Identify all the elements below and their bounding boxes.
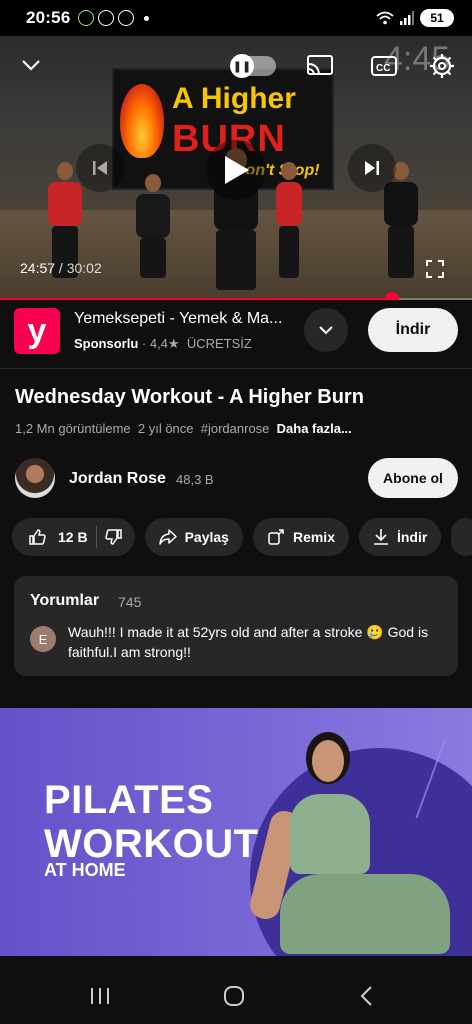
status-time: 20:56 xyxy=(26,8,71,27)
status-bar: 20:56 51 xyxy=(0,0,472,36)
closed-captions-icon: CC xyxy=(371,56,397,76)
more-actions-button[interactable] xyxy=(451,518,472,556)
upload-age: 2 yıl önce xyxy=(137,421,194,436)
commenter-avatar: E xyxy=(30,626,56,652)
flame-logo xyxy=(120,84,164,158)
time-separator: / xyxy=(55,260,67,276)
play-button[interactable] xyxy=(206,140,266,200)
divider xyxy=(0,368,472,369)
comments-count: 745 xyxy=(118,594,142,610)
ad-meta: Sponsorlu · 4,4★ ÜCRETSİZ xyxy=(74,336,252,351)
skip-next-icon xyxy=(365,161,379,175)
battery-indicator: 51 xyxy=(420,9,454,27)
share-icon xyxy=(158,529,177,545)
download-button[interactable]: İndir xyxy=(358,518,442,556)
ad-expand-button[interactable] xyxy=(304,308,348,352)
like-button[interactable]: 12 B xyxy=(28,528,88,546)
remix-icon xyxy=(268,529,284,545)
pilates-ad-banner[interactable]: PILATES WORKOUT AT HOME xyxy=(0,708,472,956)
download-label: İndir xyxy=(396,529,428,545)
progress-bar[interactable] xyxy=(0,292,472,300)
banner-text-line1: A Higher xyxy=(172,82,296,115)
chevron-down-icon xyxy=(319,326,333,335)
like-divider xyxy=(95,526,97,548)
minimize-player-button[interactable] xyxy=(18,52,44,78)
dancer-figure xyxy=(136,174,170,278)
view-count: 1,2 Mn görüntüleme xyxy=(15,421,131,436)
remix-button[interactable]: Remix xyxy=(252,518,349,556)
svg-text:CC: CC xyxy=(376,63,390,74)
settings-button[interactable] xyxy=(428,52,456,80)
back-icon xyxy=(360,986,372,1006)
share-button[interactable]: Paylaş xyxy=(144,518,243,556)
cast-button[interactable] xyxy=(306,54,334,78)
subscribe-button[interactable]: Abone ol xyxy=(368,458,458,498)
back-button[interactable] xyxy=(352,982,380,1010)
like-dislike-group: 12 B xyxy=(12,518,135,556)
recent-apps-icon xyxy=(91,988,109,1004)
next-video-button[interactable] xyxy=(348,144,396,192)
ad-install-button[interactable]: İndir xyxy=(368,308,458,352)
share-label: Paylaş xyxy=(184,529,229,545)
playback-time: 24:57 / 30:02 xyxy=(20,260,102,276)
home-icon xyxy=(224,986,244,1006)
action-bar: 12 B Paylaş Remix İndir xyxy=(12,518,472,556)
top-comment-text: Wauh!!! I made it at 52yrs old and after… xyxy=(68,624,429,660)
promo-line1: PILATES xyxy=(44,778,214,822)
sponsored-ad-row[interactable]: y Yemeksepeti - Yemek & Ma... Sponsorlu … xyxy=(0,306,472,362)
promo-headline: PILATES WORKOUT xyxy=(44,778,259,866)
comments-panel[interactable]: Yorumlar 745 E Wauh!!! I made it at 52yr… xyxy=(14,576,458,676)
dancer-figure xyxy=(276,162,302,278)
remix-label: Remix xyxy=(292,529,335,545)
pause-icon: ❚❚ xyxy=(230,54,254,78)
promo-subline: AT HOME xyxy=(44,860,126,880)
play-icon xyxy=(225,156,249,184)
current-time: 24:57 xyxy=(20,260,56,276)
captions-button[interactable]: CC xyxy=(370,54,398,78)
channel-name[interactable]: Jordan Rose xyxy=(69,470,166,488)
wifi-icon xyxy=(376,11,394,25)
system-nav-bar xyxy=(0,966,472,1024)
thumbs-down-icon xyxy=(104,529,122,545)
autoplay-toggle[interactable]: ❚❚ xyxy=(230,54,276,78)
notification-icons xyxy=(78,10,150,26)
recent-apps-button[interactable] xyxy=(86,982,114,1010)
dislike-button[interactable] xyxy=(104,528,123,546)
channel-avatar[interactable] xyxy=(15,458,55,498)
whatsapp-notification-icon xyxy=(98,10,115,26)
ad-rating: 4,4★ xyxy=(149,336,180,351)
subscriber-count: 48,3 B xyxy=(176,472,214,487)
gear-icon xyxy=(430,54,454,78)
hashtag[interactable]: #jordanrose xyxy=(201,421,270,436)
video-meta[interactable]: 1,2 Mn görüntüleme 2 yıl önce #jordanros… xyxy=(15,421,352,436)
previous-video-button[interactable] xyxy=(76,144,124,192)
download-icon xyxy=(373,529,388,545)
video-title[interactable]: Wednesday Workout - A Higher Burn xyxy=(15,386,455,409)
fullscreen-button[interactable] xyxy=(424,258,446,280)
chevron-down-icon xyxy=(22,60,40,71)
home-button[interactable] xyxy=(220,982,248,1010)
yemeksepeti-logo: y xyxy=(14,308,60,354)
ad-price: ÜCRETSİZ xyxy=(186,336,252,351)
signal-icon xyxy=(400,11,414,25)
skip-previous-icon xyxy=(93,161,107,175)
ad-title[interactable]: Yemeksepeti - Yemek & Ma... xyxy=(74,310,282,328)
fullscreen-icon xyxy=(426,260,444,278)
show-more-link[interactable]: Daha fazla... xyxy=(277,421,352,436)
pilates-model-image xyxy=(247,724,450,956)
more-notifications-dot xyxy=(144,15,150,21)
cast-icon xyxy=(307,55,333,75)
video-duration: 30:02 xyxy=(66,260,102,276)
comments-header: Yorumlar xyxy=(30,592,100,609)
sponsored-label: Sponsorlu xyxy=(74,336,139,351)
whatsapp-notification-icon-2 xyxy=(118,10,135,26)
progress-fill xyxy=(0,298,393,300)
like-count: 12 B xyxy=(58,529,88,545)
spotify-notification-icon xyxy=(78,10,95,26)
thumbs-up-icon xyxy=(29,529,46,545)
video-player[interactable]: A Higher BURN Don't Stop! 4:45 ❚❚ CC 24:… xyxy=(0,36,472,300)
